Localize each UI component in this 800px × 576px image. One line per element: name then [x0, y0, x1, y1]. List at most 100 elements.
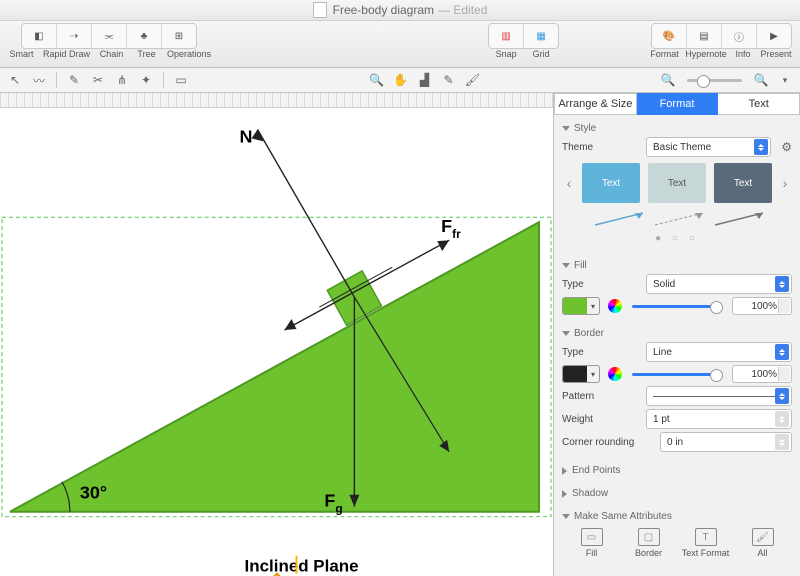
window-titlebar: Free-body diagram — Edited — [0, 0, 800, 21]
fill-opacity-slider[interactable] — [632, 305, 722, 308]
force-n-label: N — [240, 126, 253, 146]
format-button[interactable]: 🎨 — [652, 24, 687, 48]
border-section: Border Type Line ▾ 100% Pattern — [554, 320, 800, 457]
grid-label: Grid — [524, 49, 559, 59]
info-button[interactable]: ⓘ — [722, 24, 757, 48]
make-same-all[interactable]: 🖌All — [737, 528, 788, 558]
inspector-panel: Arrange & Size Format Text Style Theme B… — [553, 93, 800, 576]
smart-button[interactable]: ◧ — [22, 24, 57, 48]
theme-combo[interactable]: Basic Theme — [646, 137, 771, 157]
tab-format[interactable]: Format — [637, 93, 719, 115]
border-color-well[interactable]: ▾ — [562, 365, 600, 383]
weight-label: Weight — [562, 414, 640, 425]
fill-color-well[interactable]: ▾ — [562, 297, 600, 315]
info-label: Info — [730, 49, 756, 59]
border-color-wheel-icon[interactable] — [608, 367, 622, 381]
caption-text[interactable]: Inclined Plane — [245, 557, 359, 576]
picker-tool[interactable]: ✎ — [438, 71, 460, 89]
swatch-next[interactable]: › — [780, 175, 790, 191]
tab-arrange[interactable]: Arrange & Size — [554, 93, 637, 115]
grid-button[interactable]: ▦ — [524, 24, 558, 48]
canvas-area[interactable]: 30° N Ffr Fg — [0, 93, 553, 576]
tree-label: Tree — [129, 49, 164, 59]
zoom-in-icon[interactable]: 🔍 — [750, 71, 772, 89]
crop-tool[interactable]: ✂ — [87, 71, 109, 89]
theme-swatch-1[interactable]: Text — [582, 163, 640, 203]
swatch-prev[interactable]: ‹ — [564, 175, 574, 191]
endpoints-section: End Points — [554, 457, 800, 480]
rapid-draw-label: Rapid Draw — [39, 49, 94, 59]
arrow-style-2[interactable] — [651, 209, 703, 229]
zoom-slider[interactable] — [687, 79, 742, 82]
border-header[interactable]: Border — [562, 328, 792, 339]
fill-type-combo[interactable]: Solid — [646, 274, 792, 294]
force-ffr-label: Ffr — [441, 216, 461, 241]
border-opacity-value[interactable]: 100% — [732, 365, 792, 383]
shadow-section: Shadow — [554, 480, 800, 503]
tab-text[interactable]: Text — [718, 93, 800, 115]
smart-label: Smart — [4, 49, 39, 59]
make-same-section: Make Same Attributes ▭Fill ▢Border TText… — [554, 503, 800, 568]
document-icon — [313, 2, 327, 18]
chain-button[interactable]: ⫘ — [92, 24, 127, 48]
stamp-tool[interactable]: ▟ — [414, 71, 436, 89]
hypernote-label: Hypernote — [682, 49, 730, 59]
style-section: Style Theme Basic Theme ⚙ ‹ Text Text Te… — [554, 115, 800, 252]
corner-label: Corner rounding — [562, 437, 654, 448]
pattern-combo[interactable] — [646, 386, 792, 406]
text-cursor — [295, 556, 297, 574]
force-n-arrow[interactable] — [252, 129, 355, 297]
fill-header[interactable]: Fill — [562, 260, 792, 271]
make-same-border[interactable]: ▢Border — [623, 528, 674, 558]
border-type-combo[interactable]: Line — [646, 342, 792, 362]
present-button[interactable]: ▶ — [757, 24, 791, 48]
endpoints-header[interactable]: End Points — [562, 465, 792, 476]
snap-grid-group: ▥ ▦ — [488, 23, 559, 49]
snap-button[interactable]: ▥ — [489, 24, 524, 48]
node-tool[interactable]: ⋔ — [111, 71, 133, 89]
theme-swatch-2[interactable]: Text — [648, 163, 706, 203]
pattern-label: Pattern — [562, 391, 640, 402]
drawing-canvas[interactable]: 30° N Ffr Fg — [0, 107, 553, 576]
snap-label: Snap — [489, 49, 524, 59]
zoom-out-icon[interactable]: 🔍 — [657, 71, 679, 89]
gear-icon[interactable]: ⚙ — [781, 140, 792, 154]
pointer-tool[interactable]: ↖ — [4, 71, 26, 89]
zoom-dropdown[interactable]: ▾ — [774, 71, 796, 89]
lasso-tool[interactable]: 〰 — [28, 71, 50, 89]
document-title: Free-body diagram — [333, 3, 434, 17]
make-same-fill[interactable]: ▭Fill — [566, 528, 617, 558]
border-opacity-slider[interactable] — [632, 373, 722, 376]
weight-combo[interactable]: 1 pt — [646, 409, 792, 429]
arrow-style-1[interactable] — [591, 209, 643, 229]
brush-tool[interactable]: 🖌 — [462, 71, 484, 89]
arrow-style-3[interactable] — [711, 209, 763, 229]
pan-tool[interactable]: ✋ — [390, 71, 412, 89]
inclined-plane-shape[interactable] — [10, 222, 539, 511]
format-label: Format — [647, 49, 682, 59]
operations-label: Operations — [164, 49, 214, 59]
inspector-tabs: Arrange & Size Format Text — [554, 93, 800, 115]
magic-tool[interactable]: ✦ — [135, 71, 157, 89]
shadow-header[interactable]: Shadow — [562, 488, 792, 499]
shape-tool[interactable]: ▭ — [170, 71, 192, 89]
theme-swatch-3[interactable]: Text — [714, 163, 772, 203]
present-label: Present — [756, 49, 796, 59]
edited-indicator: — Edited — [438, 3, 487, 17]
eyedrop-tool[interactable]: ✎ — [63, 71, 85, 89]
style-pager[interactable]: ● ○ ○ — [562, 233, 792, 244]
zoom-tool[interactable]: 🔍 — [366, 71, 388, 89]
border-type-label: Type — [562, 347, 640, 358]
hypernote-button[interactable]: ▤ — [687, 24, 722, 48]
angle-label: 30° — [80, 483, 107, 503]
operations-button[interactable]: ⊞ — [162, 24, 196, 48]
tree-button[interactable]: ♣ — [127, 24, 162, 48]
corner-combo[interactable]: 0 in — [660, 432, 792, 452]
make-same-text[interactable]: TText Format — [680, 528, 731, 558]
style-header[interactable]: Style — [562, 123, 792, 134]
color-wheel-icon[interactable] — [608, 299, 622, 313]
rapid-draw-button[interactable]: ⇢ — [57, 24, 92, 48]
tool-strip: ↖ 〰 ✎ ✂ ⋔ ✦ ▭ 🔍 ✋ ▟ ✎ 🖌 🔍 🔍 ▾ — [0, 68, 800, 93]
fill-opacity-value[interactable]: 100% — [732, 297, 792, 315]
make-same-header[interactable]: Make Same Attributes — [562, 511, 792, 522]
